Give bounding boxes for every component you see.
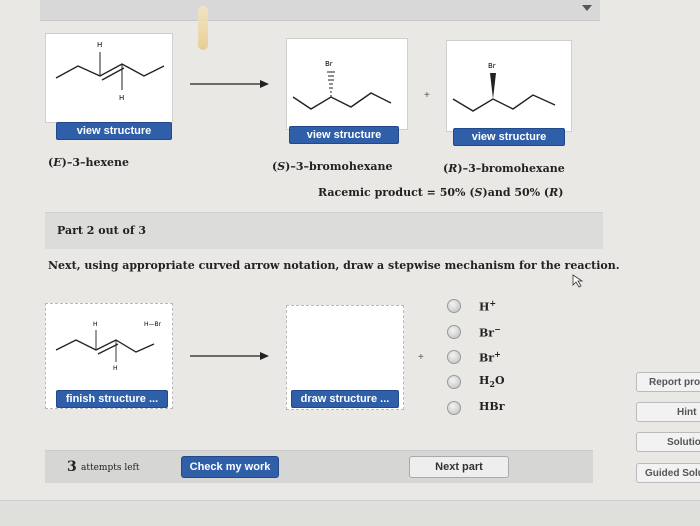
h-atom-bottom: H	[113, 365, 118, 372]
radio-button[interactable]	[447, 299, 461, 313]
hint-button[interactable]: Hint	[636, 402, 700, 422]
reagent-option-bromide[interactable]: Br−	[447, 324, 537, 342]
reagent-option-hbr[interactable]: HBr	[447, 400, 537, 418]
check-my-work-button[interactable]: Check my work	[181, 456, 279, 478]
h-atom-top: H	[93, 321, 98, 328]
product-s-name: (S)–3–bromohexane	[272, 160, 393, 173]
reagent-label: H+	[479, 298, 497, 314]
dropdown-caret-icon[interactable]	[582, 5, 592, 11]
radio-button[interactable]	[447, 401, 461, 415]
view-structure-button[interactable]: view structure	[289, 126, 399, 144]
plus-sign: +	[418, 352, 424, 363]
draw-structure-button[interactable]: draw structure ...	[291, 390, 399, 408]
reagent-option-h-plus[interactable]: H+	[447, 298, 537, 316]
br-atom: Br	[488, 62, 496, 70]
mechanism-start-box: H H H—Br finish structure ...	[45, 303, 173, 409]
view-structure-button[interactable]: view structure	[56, 122, 172, 140]
h-atom-bottom: H	[119, 94, 124, 102]
hexene-hbr-drawing: H H H—Br	[55, 321, 162, 372]
product-r-structure: Br view structure	[446, 40, 572, 146]
part-header: Part 2 out of 3	[45, 212, 603, 249]
r-bromohexane-drawing: Br	[452, 62, 556, 112]
reagent-option-br-plus[interactable]: Br+	[447, 349, 537, 367]
screen-glare	[198, 6, 208, 50]
reagent-label: Br−	[479, 324, 501, 340]
radio-button[interactable]	[447, 350, 461, 364]
bottom-action-bar: 3 attempts left Check my work Next part	[45, 450, 593, 483]
s-bromohexane-drawing: Br	[292, 60, 392, 110]
mechanism-arrow-icon	[190, 352, 269, 360]
bottom-strip	[0, 500, 700, 526]
h-atom-top: H	[97, 41, 102, 49]
question-instructions: Next, using appropriate curved arrow not…	[48, 259, 620, 272]
finish-structure-button[interactable]: finish structure ...	[56, 390, 168, 408]
guided-solution-button[interactable]: Guided Solu	[636, 463, 700, 483]
reaction-arrow-icon	[190, 80, 269, 88]
attempts-label: attempts left	[81, 463, 140, 473]
reagent-label: HBr	[479, 400, 505, 413]
radio-button[interactable]	[447, 375, 461, 389]
racemic-note: Racemic product = 50% (S)and 50% (R)	[318, 186, 564, 199]
br-atom: Br	[325, 60, 333, 68]
reactant-name: (E)–3–hexene	[48, 156, 130, 169]
hexene-drawing: H H	[55, 41, 165, 102]
report-problem-button[interactable]: Report pro	[636, 372, 700, 392]
draw-structure-box[interactable]: draw structure ...	[286, 305, 404, 410]
next-part-button[interactable]: Next part	[409, 456, 509, 478]
product-s-structure: Br view structure	[286, 38, 408, 144]
attempts-count: 3	[67, 459, 77, 475]
radio-button[interactable]	[447, 325, 461, 339]
view-structure-button[interactable]: view structure	[453, 128, 565, 146]
solution-button[interactable]: Solution	[636, 432, 700, 452]
top-toolbar	[40, 0, 600, 21]
part-title: Part 2 out of 3	[57, 224, 147, 237]
reagent-label: Br+	[479, 349, 501, 365]
hbr-molecule: H—Br	[144, 321, 162, 328]
reagent-option-water[interactable]: H2O	[447, 374, 537, 392]
product-r-name: (R)–3–bromohexane	[443, 162, 565, 175]
mouse-cursor-icon	[572, 274, 584, 288]
reactant-structure: H H view structure	[45, 33, 173, 140]
plus-sign: +	[424, 90, 430, 101]
reagent-label: H2O	[479, 374, 505, 390]
